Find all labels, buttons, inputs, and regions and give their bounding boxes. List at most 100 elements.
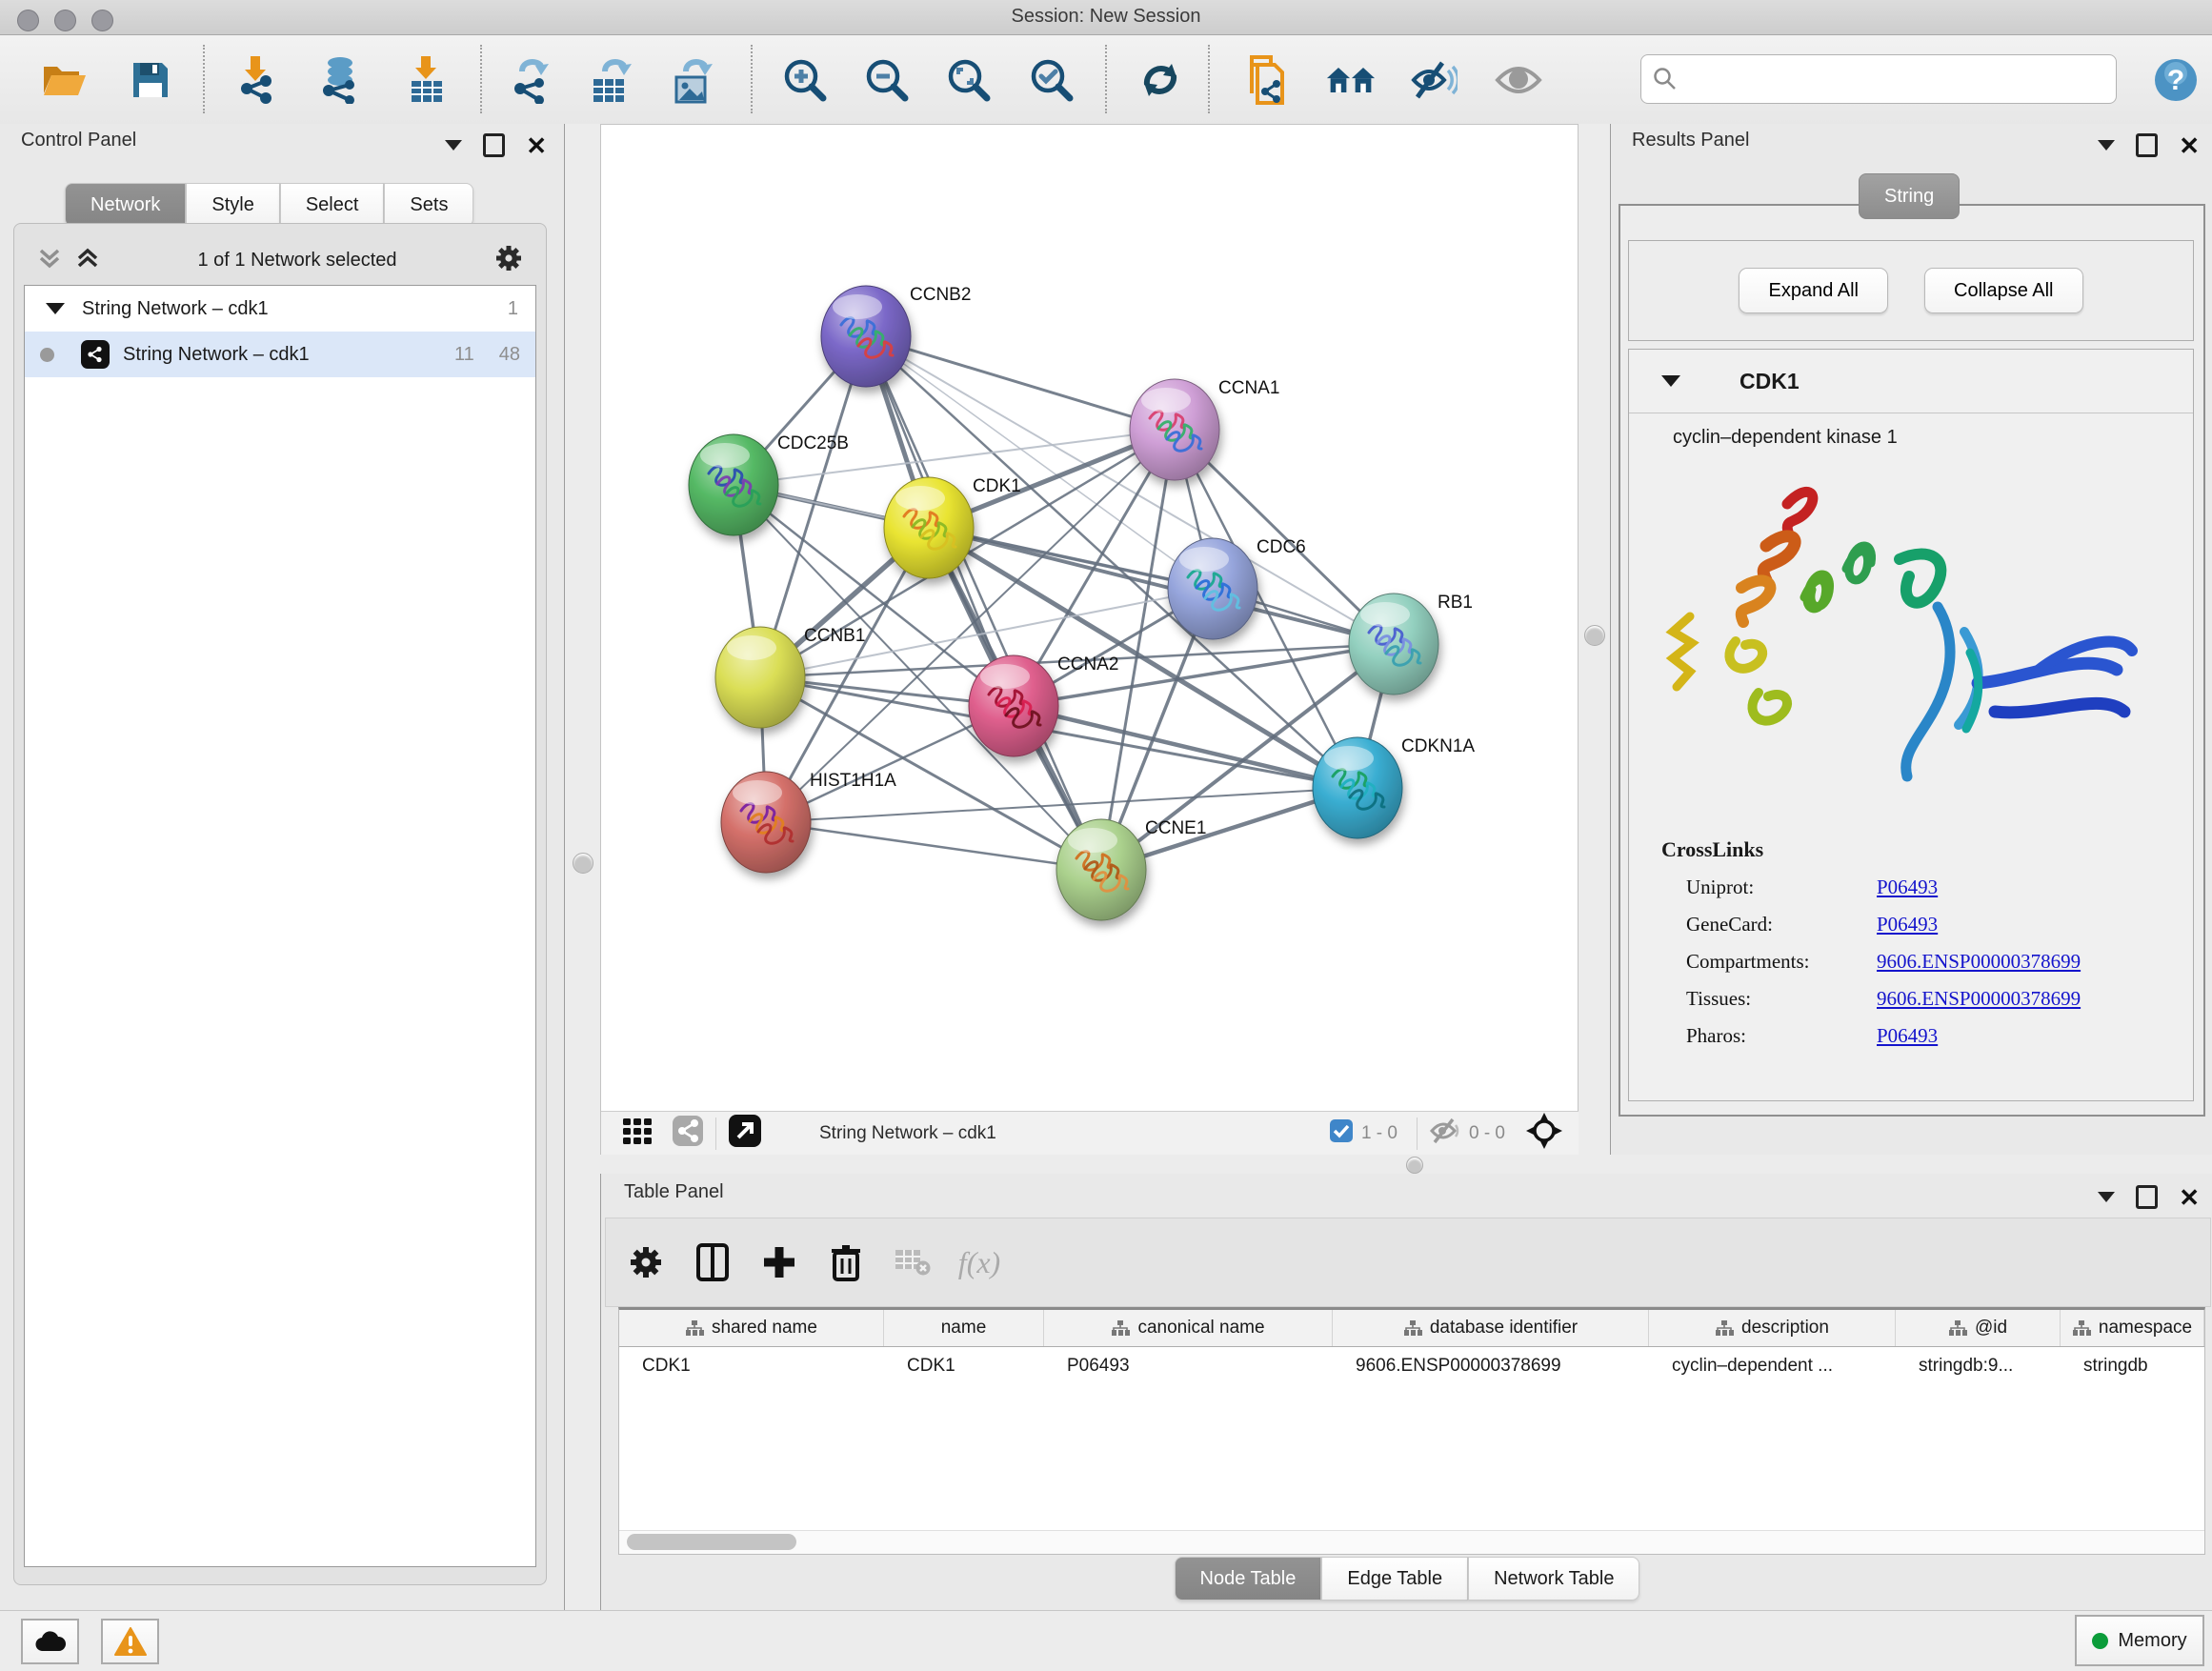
search-field[interactable] [1640, 54, 2117, 104]
apply-preferred-layout-button[interactable] [1136, 55, 1185, 105]
table-cell[interactable]: cyclin–dependent ... [1649, 1347, 1896, 1385]
cloud-status-button[interactable] [21, 1619, 79, 1664]
collection-disclosure-icon[interactable] [46, 303, 65, 314]
hide-selected-button[interactable] [1409, 55, 1458, 105]
crosslink-link[interactable]: P06493 [1877, 1024, 1938, 1048]
column-header-canonical-name[interactable]: canonical name [1044, 1310, 1333, 1346]
column-header-name[interactable]: name [884, 1310, 1044, 1346]
column-header-@id[interactable]: @id [1896, 1310, 2061, 1346]
hidden-eye-slash-icon[interactable] [1429, 1117, 1461, 1149]
zoom-fit-content-button[interactable] [944, 55, 994, 105]
export-table-button[interactable] [587, 55, 636, 105]
table-cell[interactable]: CDK1 [884, 1347, 1044, 1385]
control-panel-close-icon[interactable]: ✕ [526, 136, 547, 155]
collapse-all-button[interactable]: Collapse All [1924, 268, 2083, 313]
network-canvas[interactable]: CCNB2CCNA1CDC25BCDK1CDC6RB1CCNB1CCNA2CDK… [601, 125, 1579, 1111]
show-network-overview-button[interactable] [1326, 55, 1376, 105]
import-table-from-file-button[interactable] [402, 55, 452, 105]
tab-network[interactable]: Network [65, 183, 186, 227]
table-panel-close-icon[interactable]: ✕ [2179, 1188, 2200, 1207]
tab-node-table[interactable]: Node Table [1175, 1557, 1322, 1601]
network-node-CCNA2[interactable] [969, 655, 1058, 756]
network-node-CCNE1[interactable] [1056, 819, 1146, 920]
expand-all-networks-icon[interactable] [75, 246, 100, 275]
network-node-CDKN1A[interactable] [1313, 737, 1402, 838]
warnings-button[interactable] [101, 1619, 159, 1664]
left-panel-splitter[interactable] [565, 124, 600, 1155]
table-panel-menu-icon[interactable] [2098, 1192, 2115, 1202]
network-birds-eye-icon[interactable] [672, 1115, 704, 1152]
crosslink-link[interactable]: P06493 [1877, 913, 1938, 936]
tab-network-table[interactable]: Network Table [1468, 1557, 1639, 1601]
scrollbar-thumb[interactable] [627, 1534, 796, 1550]
table-horizontal-scrollbar[interactable] [619, 1530, 2204, 1554]
results-panel-float-icon[interactable] [2136, 133, 2158, 157]
left-splitter-knob[interactable] [573, 853, 593, 874]
import-network-from-file-button[interactable] [232, 55, 282, 105]
column-header-description[interactable]: description [1649, 1310, 1896, 1346]
grid-view-icon[interactable] [622, 1116, 653, 1151]
export-image-button[interactable] [668, 55, 717, 105]
crosslink-link[interactable]: 9606.ENSP00000378699 [1877, 987, 2081, 1011]
column-header-shared-name[interactable]: shared name [619, 1310, 884, 1346]
tab-string[interactable]: String [1859, 173, 1960, 219]
network-node-CCNB1[interactable] [715, 627, 805, 728]
column-header-namespace[interactable]: namespace [2061, 1310, 2204, 1346]
search-input[interactable] [1685, 68, 2104, 91]
table-cell[interactable]: stringdb [2061, 1347, 2204, 1385]
control-panel-float-icon[interactable] [483, 133, 505, 157]
horizontal-splitter[interactable] [600, 1155, 2212, 1174]
network-node-RB1[interactable] [1349, 594, 1438, 695]
network-collection-row[interactable]: String Network – cdk1 1 [25, 286, 535, 332]
help-button[interactable]: ? [2151, 55, 2201, 105]
crosslink-link[interactable]: P06493 [1877, 876, 1938, 899]
zoom-selected-button[interactable] [1027, 55, 1076, 105]
tab-edge-table[interactable]: Edge Table [1321, 1557, 1468, 1601]
save-session-button[interactable] [126, 55, 175, 105]
network-node-CDC25B[interactable] [689, 434, 778, 535]
table-gear-icon[interactable] [619, 1240, 673, 1284]
right-splitter-knob[interactable] [1584, 625, 1605, 646]
column-header-database-identifier[interactable]: database identifier [1333, 1310, 1649, 1346]
network-options-gear-icon[interactable] [494, 244, 523, 277]
collapse-all-networks-icon[interactable] [37, 246, 62, 275]
table-cell[interactable]: CDK1 [619, 1347, 884, 1385]
memory-button[interactable]: Memory [2075, 1615, 2204, 1666]
open-in-browser-icon[interactable] [728, 1114, 762, 1153]
crosslink-link[interactable]: 9606.ENSP00000378699 [1877, 950, 2081, 974]
tab-select[interactable]: Select [280, 183, 385, 227]
results-panel-close-icon[interactable]: ✕ [2179, 136, 2200, 155]
network-node-CCNB2[interactable] [821, 286, 911, 387]
right-panel-splitter[interactable] [1579, 124, 1610, 1155]
network-node-HIST1H1A[interactable] [721, 772, 811, 873]
clone-network-button[interactable] [1242, 55, 1292, 105]
network-row[interactable]: String Network – cdk1 11 48 [25, 332, 535, 377]
zoom-in-button[interactable] [780, 55, 830, 105]
cdk1-card-header[interactable]: CDK1 [1629, 350, 2193, 413]
delete-column-icon[interactable] [819, 1240, 873, 1284]
selected-checkbox-icon[interactable] [1329, 1118, 1354, 1148]
open-session-button[interactable] [40, 55, 90, 105]
cdk1-disclosure-icon[interactable] [1661, 375, 1680, 387]
show-selected-button[interactable] [1494, 55, 1543, 105]
import-network-from-database-button[interactable] [315, 55, 365, 105]
expand-all-button[interactable]: Expand All [1739, 268, 1888, 313]
table-cell[interactable]: P06493 [1044, 1347, 1333, 1385]
zoom-out-button[interactable] [862, 55, 912, 105]
network-node-CDC6[interactable] [1168, 538, 1257, 639]
table-panel-float-icon[interactable] [2136, 1185, 2158, 1209]
control-panel-menu-icon[interactable] [445, 140, 462, 151]
tab-style[interactable]: Style [186, 183, 279, 227]
horizontal-splitter-knob[interactable] [1406, 1157, 1423, 1174]
create-column-icon[interactable] [753, 1240, 806, 1284]
network-node-CCNA1[interactable] [1130, 379, 1219, 480]
export-network-button[interactable] [506, 55, 555, 105]
table-cell[interactable]: 9606.ENSP00000378699 [1333, 1347, 1649, 1385]
show-columns-icon[interactable] [686, 1240, 739, 1284]
fit-selected-crosshair-icon[interactable] [1526, 1113, 1562, 1154]
table-row[interactable]: CDK1CDK1P064939606.ENSP00000378699cyclin… [619, 1347, 2204, 1385]
network-node-CDK1[interactable] [884, 477, 974, 578]
results-panel-menu-icon[interactable] [2098, 140, 2115, 151]
table-cell[interactable]: stringdb:9... [1896, 1347, 2061, 1385]
tab-sets[interactable]: Sets [384, 183, 473, 227]
